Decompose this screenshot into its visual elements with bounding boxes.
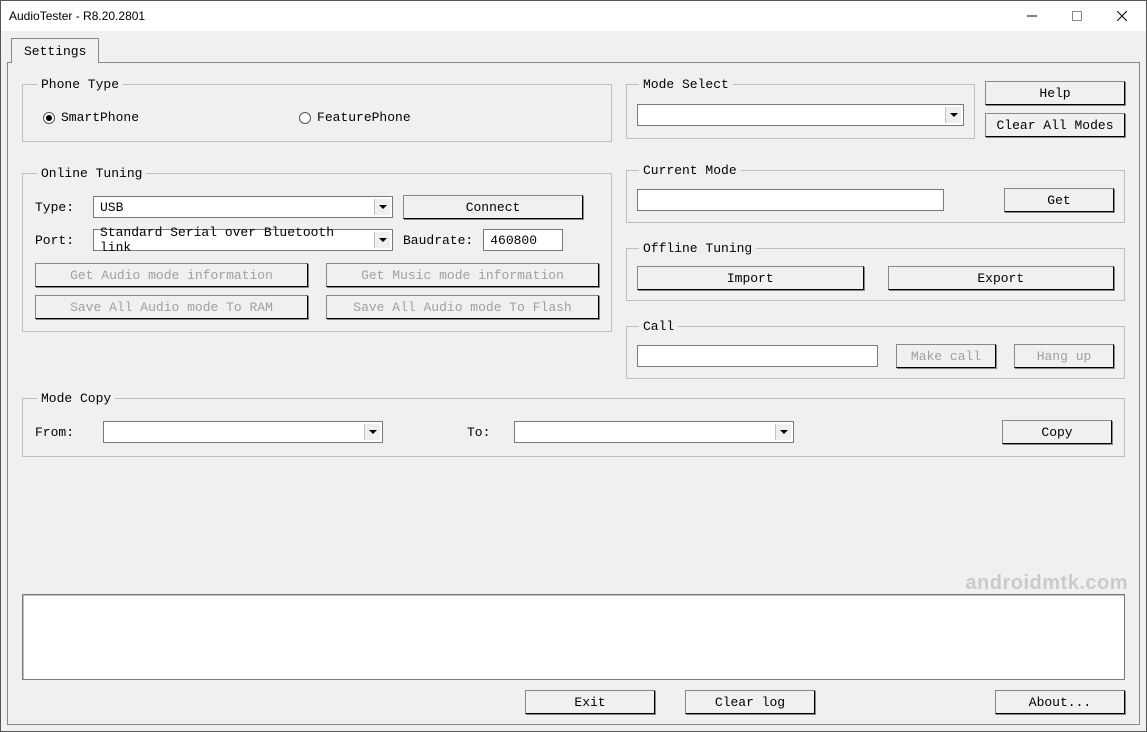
radio-featurephone[interactable]: FeaturePhone	[299, 110, 411, 125]
window-title: AudioTester - R8.20.2801	[9, 9, 1009, 23]
to-label: To:	[467, 425, 490, 440]
bottom-button-bar: Exit Clear log About...	[22, 690, 1125, 714]
clear-all-modes-button[interactable]: Clear All Modes	[985, 113, 1125, 137]
get-current-mode-button[interactable]: Get	[1004, 188, 1114, 212]
from-label: From:	[35, 425, 79, 440]
group-phone-type: Phone Type SmartPhone FeaturePhone	[22, 77, 612, 142]
group-mode-select: Mode Select	[626, 77, 975, 139]
copy-button[interactable]: Copy	[1002, 420, 1112, 444]
port-select[interactable]: Standard Serial over Bluetooth link	[93, 229, 393, 251]
clear-log-button[interactable]: Clear log	[685, 690, 815, 714]
port-label: Port:	[35, 233, 83, 248]
group-call: Call Make call Hang up	[626, 319, 1125, 379]
group-current-mode: Current Mode Get	[626, 163, 1125, 223]
type-select-value: USB	[100, 200, 123, 215]
minimize-button[interactable]	[1009, 2, 1054, 30]
get-music-info-button: Get Music mode information	[326, 263, 599, 287]
radio-indicator-icon	[43, 112, 55, 124]
app-window: AudioTester - R8.20.2801 Settings Phone …	[0, 0, 1147, 732]
legend-phone-type: Phone Type	[37, 77, 123, 92]
chevron-down-icon	[364, 424, 380, 440]
current-mode-display	[637, 189, 944, 211]
tab-strip: Settings	[11, 37, 1140, 62]
client-area: Settings Phone Type SmartPhone	[1, 31, 1146, 731]
legend-offline-tuning: Offline Tuning	[639, 241, 756, 256]
baudrate-label: Baudrate:	[403, 233, 473, 248]
baudrate-input[interactable]: 460800	[483, 229, 563, 251]
make-call-button: Make call	[896, 344, 996, 368]
get-audio-info-button: Get Audio mode information	[35, 263, 308, 287]
save-flash-button: Save All Audio mode To Flash	[326, 295, 599, 319]
help-button[interactable]: Help	[985, 81, 1125, 105]
mode-select-dropdown[interactable]	[637, 104, 964, 126]
legend-online-tuning: Online Tuning	[37, 166, 146, 181]
window-controls	[1009, 2, 1144, 30]
type-select[interactable]: USB	[93, 196, 393, 218]
radio-featurephone-label: FeaturePhone	[317, 110, 411, 125]
export-button[interactable]: Export	[888, 266, 1115, 290]
baudrate-value: 460800	[490, 233, 537, 248]
chevron-down-icon	[775, 424, 791, 440]
tab-settings[interactable]: Settings	[11, 38, 99, 63]
tab-body: Phone Type SmartPhone FeaturePhone	[7, 62, 1140, 725]
call-number-input[interactable]	[637, 345, 878, 367]
group-mode-copy: Mode Copy From: To: Copy	[22, 391, 1125, 457]
maximize-button	[1054, 2, 1099, 30]
exit-button[interactable]: Exit	[525, 690, 655, 714]
title-bar: AudioTester - R8.20.2801	[1, 1, 1146, 31]
legend-mode-select: Mode Select	[639, 77, 733, 92]
radio-smartphone-label: SmartPhone	[61, 110, 139, 125]
group-offline-tuning: Offline Tuning Import Export	[626, 241, 1125, 301]
log-area[interactable]	[22, 594, 1125, 680]
connect-button[interactable]: Connect	[403, 195, 583, 219]
import-button[interactable]: Import	[637, 266, 864, 290]
to-select[interactable]	[514, 421, 794, 443]
hang-up-button: Hang up	[1014, 344, 1114, 368]
about-button[interactable]: About...	[995, 690, 1125, 714]
save-ram-button: Save All Audio mode To RAM	[35, 295, 308, 319]
legend-current-mode: Current Mode	[639, 163, 741, 178]
chevron-down-icon	[374, 232, 390, 248]
port-select-value: Standard Serial over Bluetooth link	[100, 225, 370, 255]
radio-indicator-icon	[299, 112, 311, 124]
radio-smartphone[interactable]: SmartPhone	[43, 110, 139, 125]
legend-call: Call	[639, 319, 678, 334]
type-label: Type:	[35, 200, 83, 215]
legend-mode-copy: Mode Copy	[37, 391, 115, 406]
from-select[interactable]	[103, 421, 383, 443]
group-online-tuning: Online Tuning Type: USB Connect Port:	[22, 166, 612, 332]
close-button[interactable]	[1099, 2, 1144, 30]
chevron-down-icon	[374, 199, 390, 215]
chevron-down-icon	[945, 107, 961, 123]
